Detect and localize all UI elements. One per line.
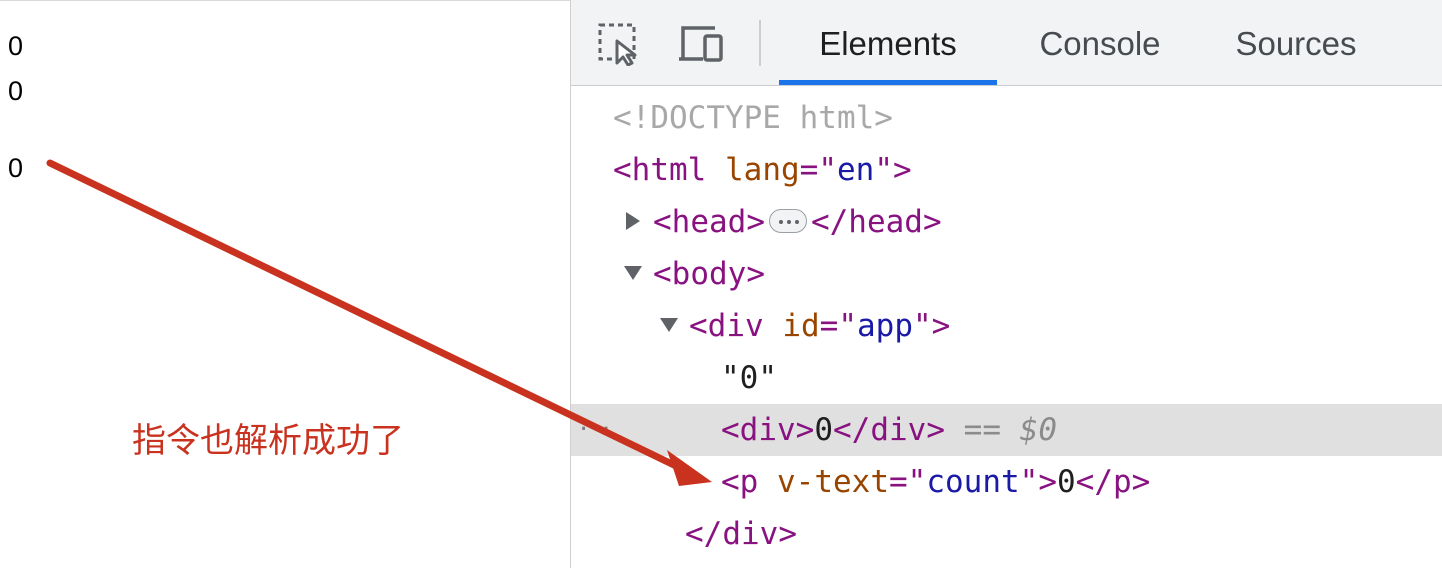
dom-node-html[interactable]: <html lang="en"> [571, 144, 1442, 196]
devtools-toolbar: Elements Console Sources [571, 0, 1442, 86]
active-tab-indicator [779, 80, 997, 85]
doctype-text: <!DOCTYPE html> [613, 100, 893, 136]
page-preview: 0 0 0 指令也解析成功了 [0, 0, 570, 568]
page-text-line: 0 [8, 76, 24, 106]
dom-node-body[interactable]: <body> [571, 248, 1442, 300]
expand-triangle-icon[interactable] [623, 196, 643, 248]
annotation-note: 指令也解析成功了 [132, 421, 404, 461]
row-actions-gutter[interactable]: ··· [577, 404, 613, 456]
div-close-tag: </div> [685, 516, 797, 552]
inspect-element-icon[interactable] [597, 22, 643, 66]
head-tag: <head> </head> [653, 204, 942, 240]
dom-node-p[interactable]: <p v-text="count">0</p> [571, 456, 1442, 508]
dom-node-head[interactable]: <head> </head> [571, 196, 1442, 248]
page-text-line: 0 [8, 153, 24, 183]
text-node-value: "0" [721, 360, 777, 396]
dom-node-div-close[interactable]: </div> [571, 508, 1442, 560]
device-toolbar-icon[interactable] [677, 22, 723, 66]
tab-elements[interactable]: Elements [779, 0, 997, 86]
html-open-tag: <html lang="en"> [613, 152, 912, 188]
dom-node-text[interactable]: "0" [571, 352, 1442, 404]
collapse-triangle-icon[interactable] [659, 300, 679, 352]
toolbar-divider [759, 20, 761, 66]
tab-sources[interactable]: Sources [1221, 0, 1371, 86]
body-open-tag: <body> [653, 256, 765, 292]
div-app-open-tag: <div id="app"> [689, 308, 951, 344]
collapse-triangle-icon[interactable] [623, 248, 643, 300]
dom-node-div-selected[interactable]: ··· <div>0</div> == $0 [571, 404, 1442, 456]
dom-node-doctype[interactable]: <!DOCTYPE html> [571, 92, 1442, 144]
tab-console[interactable]: Console [1017, 0, 1183, 86]
selected-div-tag: <div>0</div> == $0 [721, 412, 1057, 448]
devtools-panel: Elements Console Sources <!DOCTYPE html>… [570, 0, 1442, 568]
page-text-line: 0 [8, 31, 24, 61]
p-tag: <p v-text="count">0</p> [721, 464, 1151, 500]
dom-node-div-app[interactable]: <div id="app"> [571, 300, 1442, 352]
collapsed-ellipsis-icon[interactable] [768, 208, 807, 233]
